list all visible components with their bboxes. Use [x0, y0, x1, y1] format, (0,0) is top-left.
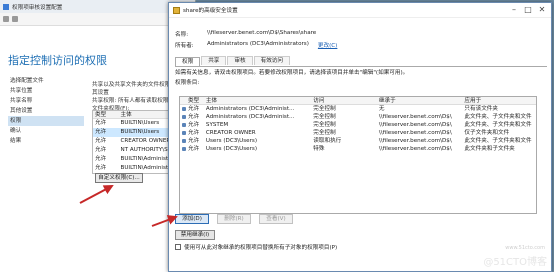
folder-icon	[173, 6, 180, 14]
background-titlebar: 权限项审核设置配置	[0, 0, 195, 13]
advanced-security-dialog: share的高级安全设置 – □ ✕ 名称: \\fileserver.bene…	[168, 2, 552, 272]
owner-value: Administrators (DC3\Administrators)	[207, 41, 309, 47]
remove-button[interactable]: 删除(R)	[217, 214, 251, 224]
nav-item[interactable]: 共享位置	[8, 86, 84, 96]
tab-effective-access[interactable]: 有效访问	[253, 56, 290, 65]
replace-child-permissions-checkbox[interactable]	[175, 244, 181, 250]
page-title: 指定控制访问的权限	[8, 54, 107, 67]
share-icon	[12, 16, 18, 22]
minimize-icon[interactable]: –	[507, 3, 521, 17]
folder-icon	[3, 16, 9, 22]
tab-auditing[interactable]: 审核	[227, 56, 253, 65]
dialog-tabs: 权限 共享 审核 有效访问	[175, 56, 291, 66]
nav-item[interactable]: 结果	[8, 136, 84, 146]
column-header[interactable]: 类型	[186, 97, 204, 104]
list-header: 类型 主体 访问 继承于 应用于	[180, 97, 536, 105]
table-row[interactable]: 允许 CREATOR OWNER 完全控制 \\fileserver.benet…	[180, 129, 536, 137]
table-row[interactable]: 允许 Administrators (DC3\Administ... 完全控制 …	[180, 113, 536, 121]
view-button[interactable]: 查看(V)	[259, 214, 293, 224]
dialog-title: share的高级安全设置	[183, 8, 238, 14]
change-owner-link[interactable]: 更改(C)	[318, 41, 337, 49]
wizard-nav: 选择配置文件 共享位置 共享名称 其他设置 权限 确认 结果	[8, 76, 84, 146]
add-button[interactable]: 添加(D)	[175, 214, 209, 224]
column-header[interactable]: 应用于	[462, 97, 536, 104]
column-header[interactable]: 访问	[311, 97, 377, 104]
object-path: \\fileserver.benet.com\D$\Shares\share	[207, 30, 317, 36]
tab-share[interactable]: 共享	[201, 56, 227, 65]
nav-item-permissions[interactable]: 权限	[8, 116, 84, 126]
nav-item[interactable]: 其他设置	[8, 106, 84, 116]
background-window-title: 权限项审核设置配置	[12, 4, 63, 11]
nav-item[interactable]: 共享名称	[8, 96, 84, 106]
checkbox-label: 使用可从此对象继承的权限项目替换所有子对象的权限项目(P)	[184, 245, 338, 251]
column-header[interactable]: 继承于	[377, 97, 463, 104]
replace-child-permissions[interactable]: 使用可从此对象继承的权限项目替换所有子对象的权限项目(P)	[175, 243, 337, 251]
watermark: www.51cto.com @51CTO博客	[483, 245, 547, 268]
permission-entries-list[interactable]: 类型 主体 访问 继承于 应用于 允许 Administrators (DC3\…	[179, 96, 537, 214]
table-row[interactable]: 允许 Users (DC3\Users) 特殊 \\fileserver.ben…	[180, 145, 536, 153]
close-icon[interactable]: ✕	[535, 3, 549, 17]
nav-item[interactable]: 确认	[8, 126, 84, 136]
background-toolbar	[0, 13, 195, 26]
tab-permissions[interactable]: 权限	[175, 57, 201, 66]
table-row[interactable]: 允许 Administrators (DC3\Administ... 完全控制 …	[180, 105, 536, 113]
table-row[interactable]: 允许 SYSTEM 完全控制 \\fileserver.benet.com\D$…	[180, 121, 536, 129]
nav-item[interactable]: 选择配置文件	[8, 76, 84, 86]
info-text: 如需有关信息，请双击权限项目。若要修改权限项目，请选择该项目并单击"编辑"(如果…	[175, 70, 409, 76]
dialog-titlebar: share的高级安全设置 – □ ✕	[169, 3, 551, 18]
background-window: 权限项审核设置配置 指定控制访问的权限 选择配置文件 共享位置 共享名称 其他设…	[0, 0, 196, 272]
permission-entries-label: 权限条目:	[175, 80, 200, 86]
column-header[interactable]: 主体	[204, 97, 311, 104]
maximize-icon[interactable]: □	[521, 3, 535, 17]
owner-field: 所有者: Administrators (DC3\Administrators)…	[175, 41, 338, 49]
disable-inheritance-button[interactable]: 禁用继承(I)	[175, 230, 215, 240]
custom-permissions-button[interactable]: 自定义权限(C)...	[95, 173, 143, 183]
name-field: 名称: \\fileserver.benet.com\D$\Shares\sha…	[175, 30, 317, 38]
app-icon	[3, 3, 9, 10]
table-row[interactable]: 允许 Users (DC3\Users) 读取和执行 \\fileserver.…	[180, 137, 536, 145]
entry-buttons: 添加(D) 删除(R) 查看(V)	[175, 214, 293, 224]
